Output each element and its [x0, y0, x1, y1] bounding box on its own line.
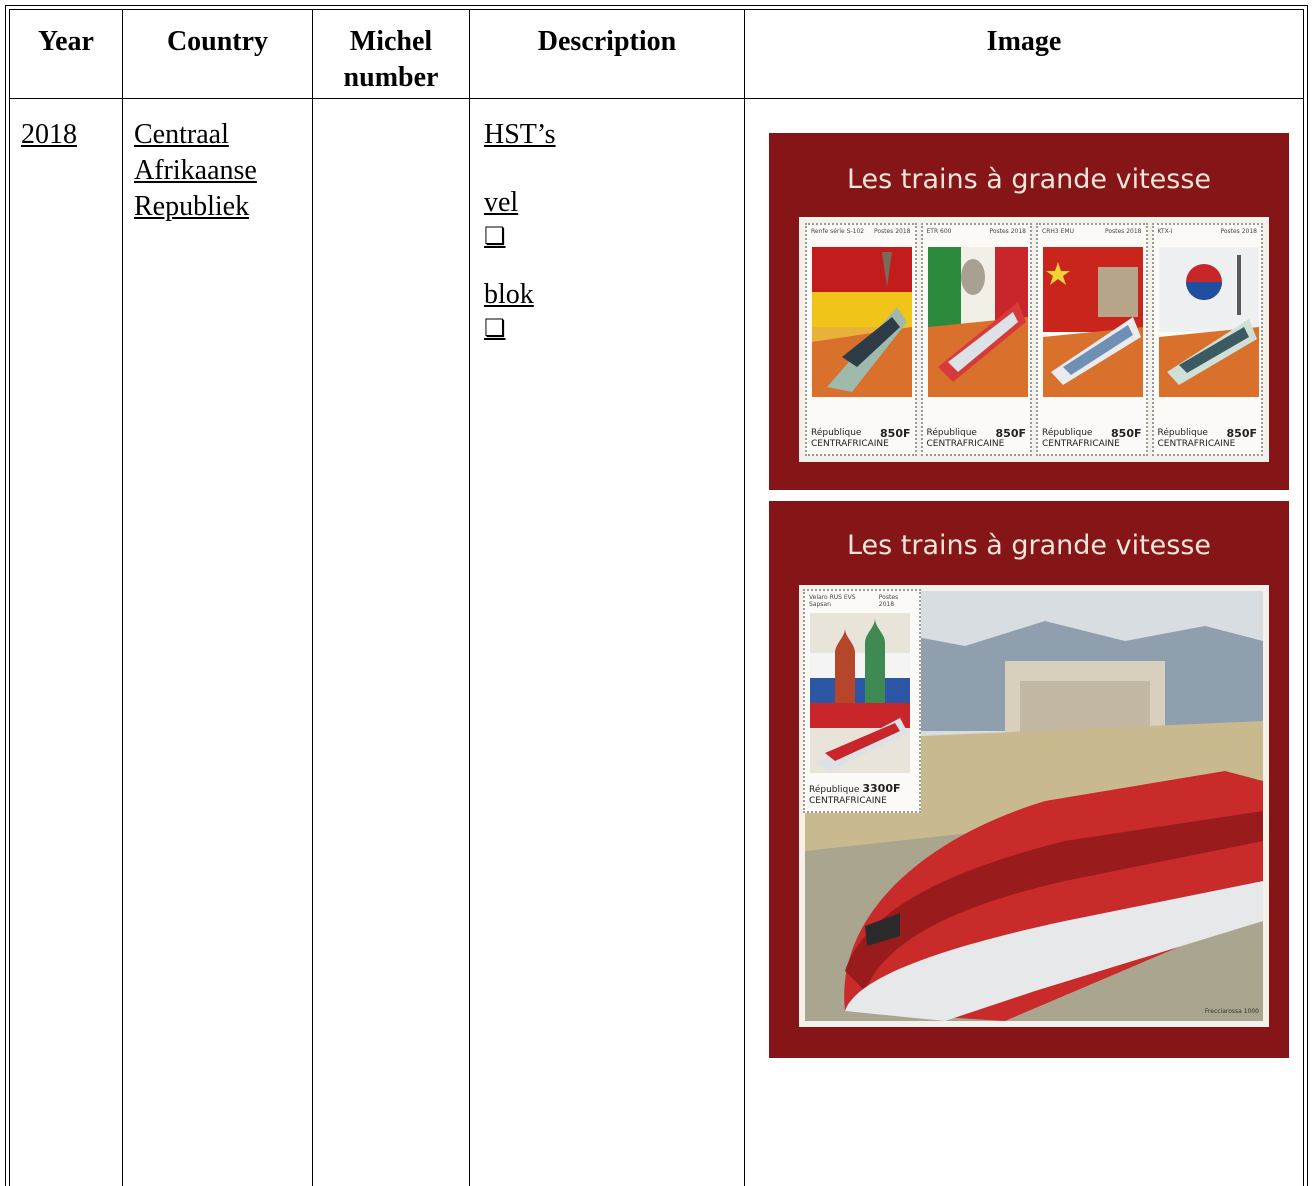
stamp-postes: Postes 2018	[1104, 228, 1142, 235]
header-country: Country	[122, 9, 313, 99]
stamp-value: 3300F	[862, 782, 901, 795]
cell-country: Centraal Afrikaanse Republiek	[122, 98, 313, 1186]
vel-checkbox[interactable]: ❏	[484, 221, 744, 251]
train-illustration-spain	[812, 247, 912, 397]
train-illustration-china	[1043, 247, 1143, 397]
stamp-country-line1: République	[811, 428, 862, 438]
stamp-china: CRH3 EMU Postes 2018 850F République CEN…	[1036, 223, 1148, 456]
souvenir-sheet: Velaro RUS EVS Sapsan Postes 2018 Républ…	[799, 585, 1269, 1027]
train-illustration-korea	[1158, 247, 1259, 397]
stamp-country-line1: République	[926, 428, 977, 438]
stamp-country-line1: République	[1042, 428, 1093, 438]
description-title-link[interactable]: HST’s	[484, 119, 556, 150]
stamp-korea: KTX-I Postes 2018 850F République CENTRA…	[1151, 223, 1263, 456]
stamp-spain: Renfe série S-102 Postes 2018 850F Répub…	[805, 223, 917, 456]
sheet-title: Les trains à grande vitesse	[846, 530, 1212, 561]
stamp-postes: Postes 2018	[989, 228, 1026, 235]
cell-year: 2018	[9, 98, 123, 1186]
stamp-sheet-image: Les trains à grande vitesse Renfe série …	[769, 133, 1289, 490]
stamp-value: 850F	[880, 427, 911, 440]
stamp-country-line2: CENTRAFRICAINE	[1042, 439, 1120, 449]
stamp-country-line2: CENTRAFRICAINE	[926, 439, 1005, 449]
country-link[interactable]: Centraal Afrikaanse Republiek	[134, 117, 284, 225]
stamp-strip: Renfe série S-102 Postes 2018 850F Répub…	[799, 217, 1269, 462]
stamp-russia: Velaro RUS EVS Sapsan Postes 2018 Républ…	[803, 589, 921, 813]
description-item-vel: vel ❏	[484, 185, 744, 251]
stamp-value: 850F	[995, 427, 1026, 440]
illustration-credit: Frecciarossa 1000	[1204, 1008, 1259, 1015]
vel-link[interactable]: vel	[484, 187, 518, 218]
cell-description: HST’s vel ❏ blok ❏	[469, 98, 745, 1186]
souvenir-sheet-image: Les trains à grande vitesse Velaro RUS E…	[769, 501, 1289, 1058]
description-title-block: HST’s	[484, 117, 744, 153]
stamp-name: CRH3 EMU	[1042, 228, 1074, 235]
header-row: Year Country Michel number Description I…	[9, 9, 1304, 99]
blok-checkbox[interactable]: ❏	[484, 313, 744, 343]
stamp-value: 850F	[1226, 427, 1257, 440]
header-description: Description	[469, 9, 745, 99]
train-illustration-russia	[810, 613, 910, 773]
stamp-country-line2: CENTRAFRICAINE	[1157, 439, 1236, 449]
stamp-country-line1: République	[1157, 428, 1208, 438]
description-item-blok: blok ❏	[484, 277, 744, 343]
stamp-postes: Postes 2018	[873, 228, 911, 235]
header-michel-number: Michel number	[312, 9, 470, 99]
stamp-name: ETR 600	[926, 228, 952, 235]
stamp-country-line1: République	[809, 785, 860, 795]
stamp-country-line2: CENTRAFRICAINE	[809, 796, 887, 806]
stamp-italy: ETR 600 Postes 2018 850F République CENT…	[920, 223, 1032, 456]
cell-michel-number	[312, 98, 470, 1186]
stamp-name: KTX-I	[1157, 228, 1173, 235]
stamp-name: Velaro RUS EVS Sapsan	[809, 594, 856, 608]
blok-link[interactable]: blok	[484, 279, 534, 310]
year-link[interactable]: 2018	[21, 119, 77, 150]
stamp-postes: Postes 2018	[878, 594, 899, 608]
stamp-country-line2: CENTRAFRICAINE	[811, 439, 889, 449]
stamp-name: Renfe série S-102	[811, 228, 865, 235]
header-image: Image	[744, 9, 1304, 99]
stamp-postes: Postes 2018	[1220, 228, 1257, 235]
stamp-value: 850F	[1111, 427, 1142, 440]
sheet-title: Les trains à grande vitesse	[846, 164, 1212, 195]
train-illustration-italy	[927, 247, 1028, 397]
header-year: Year	[9, 9, 123, 99]
